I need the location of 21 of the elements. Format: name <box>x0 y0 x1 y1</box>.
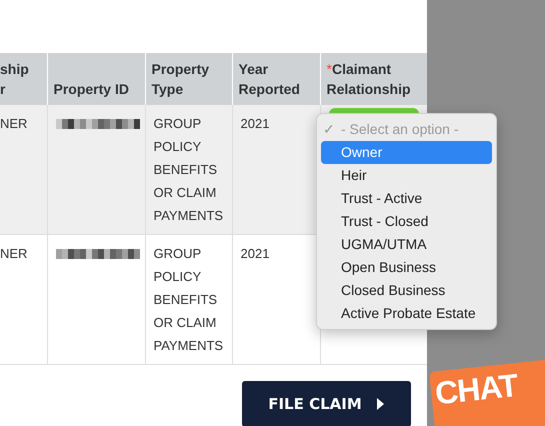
table-cell: 2021 <box>232 105 320 234</box>
dropdown-option[interactable]: Heir <box>321 164 492 187</box>
dropdown-option[interactable]: Closed Business <box>321 279 492 302</box>
column-header: *Claimant Relationship <box>320 53 427 105</box>
column-header: Property ID <box>47 53 145 105</box>
dropdown-option[interactable]: Open Business <box>321 256 492 279</box>
table-cell: GROUP POLICY BENEFITS OR CLAIM PAYMENTS <box>145 105 232 234</box>
dropdown-option[interactable]: Trust - Active <box>321 187 492 210</box>
table-cell: GROUP POLICY BENEFITS OR CLAIM PAYMENTS <box>145 234 232 364</box>
caret-icon <box>376 398 385 410</box>
dropdown-option[interactable]: Owner <box>321 141 492 164</box>
column-header: Year Reported <box>232 53 320 105</box>
column-header: Property Type <box>145 53 232 105</box>
table-cell: 2021 <box>232 234 320 364</box>
dropdown-option[interactable]: UGMA/UTMA <box>321 233 492 256</box>
column-header: ship r <box>0 53 47 105</box>
file-claim-button[interactable]: FILE CLAIM <box>242 381 411 426</box>
table-cell: NER <box>0 105 47 234</box>
dropdown-option[interactable]: Active Probate Estate <box>321 302 492 325</box>
dropdown-option[interactable]: Trust - Closed <box>321 210 492 233</box>
table-cell: NER <box>0 234 47 364</box>
